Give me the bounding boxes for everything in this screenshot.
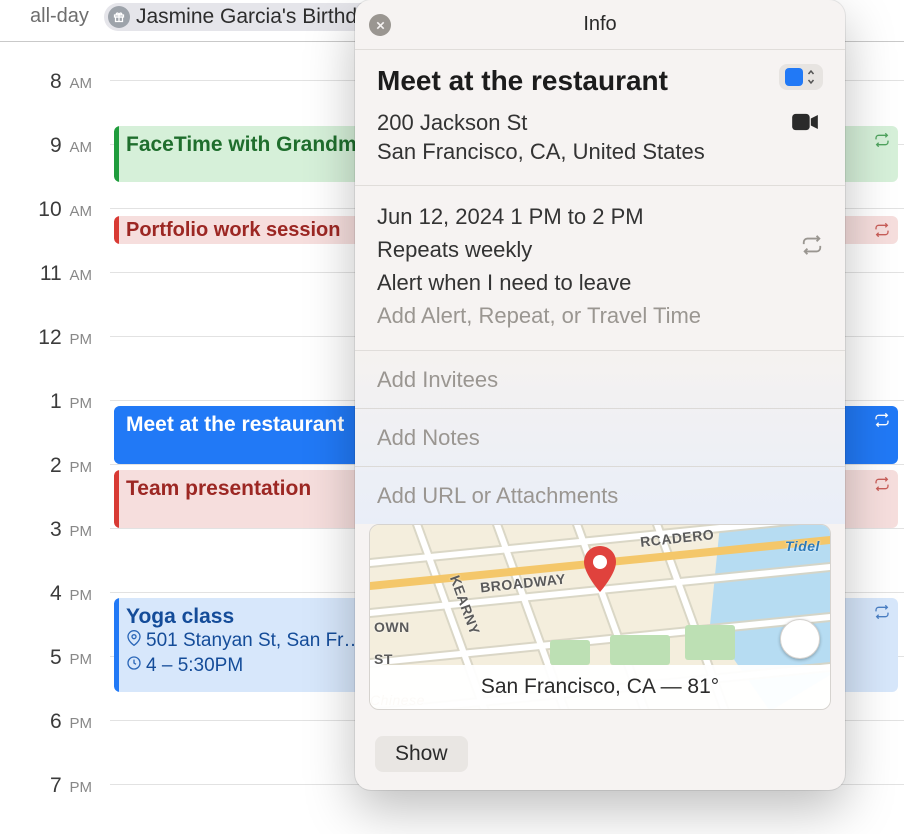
hour-label: 8 AM (10, 70, 92, 94)
clock-icon (126, 654, 142, 679)
popover-footer: Show (355, 726, 845, 790)
map-weather-caption: San Francisco, CA — 81° (370, 665, 830, 709)
hour-label: 12 PM (10, 326, 92, 350)
add-invitees[interactable]: Add Invitees (355, 351, 845, 408)
allday-event-title: Jasmine Garcia's Birthday (136, 5, 379, 29)
map-pin-icon (580, 546, 620, 599)
popover-map-section: BROADWAY KEARNY RCADERO Tidel OWN ST Chi… (355, 524, 845, 726)
add-notes[interactable]: Add Notes (355, 409, 845, 466)
show-button[interactable]: Show (375, 736, 468, 772)
event-repeat-row[interactable]: Repeats weekly (377, 233, 823, 266)
hour-label: 6 PM (10, 710, 92, 734)
repeat-icon (874, 476, 890, 497)
close-icon[interactable] (369, 14, 391, 36)
map-label: OWN (374, 619, 410, 635)
event-time: 4 – 5:30PM (146, 654, 243, 679)
repeat-icon (801, 234, 823, 265)
add-alert-repeat-travel[interactable]: Add Alert, Repeat, or Travel Time (377, 299, 823, 332)
hour-label: 11 AM (10, 262, 92, 286)
calendar-day-view: all-day Jasmine Garcia's Birthday 8 AM 9 … (0, 0, 904, 834)
event-location: 501 Stanyan St, San Fr… (146, 629, 363, 654)
hour-label: 4 PM (10, 582, 92, 606)
event-datetime-row[interactable]: Jun 12, 2024 1 PM to 2 PM (377, 200, 823, 233)
add-video-call-button[interactable] (787, 108, 823, 136)
location-map[interactable]: BROADWAY KEARNY RCADERO Tidel OWN ST Chi… (369, 524, 831, 710)
calendar-picker[interactable] (779, 64, 823, 90)
map-locator-button[interactable] (780, 619, 820, 659)
hour-label: 10 AM (10, 198, 92, 222)
calendar-color-swatch (785, 68, 803, 86)
hour-label: 7 PM (10, 774, 92, 798)
repeat-icon (874, 222, 890, 243)
repeat-icon (874, 412, 890, 433)
event-location-field[interactable]: 200 Jackson St San Francisco, CA, United… (377, 108, 705, 167)
popover-title-label: Info (583, 13, 616, 36)
hour-label: 9 AM (10, 134, 92, 158)
map-water-label: Tidel (785, 538, 820, 554)
event-title-field[interactable]: Meet at the restaurant (377, 64, 668, 98)
allday-event-pill[interactable]: Jasmine Garcia's Birthday (104, 3, 391, 31)
event-info-popover: Info Meet at the restaurant 200 Jackson … (355, 0, 845, 790)
chevron-updown-icon (805, 68, 817, 86)
repeat-icon (874, 132, 890, 153)
add-url-attachments[interactable]: Add URL or Attachments (355, 467, 845, 524)
hour-label: 3 PM (10, 518, 92, 542)
repeat-icon (874, 604, 890, 625)
gift-icon (108, 6, 130, 28)
popover-time-section: Jun 12, 2024 1 PM to 2 PM Repeats weekly… (355, 186, 845, 350)
hour-label: 2 PM (10, 454, 92, 478)
hour-label: 1 PM (10, 390, 92, 414)
hour-label: 5 PM (10, 646, 92, 670)
popover-title-section: Meet at the restaurant 200 Jackson St Sa… (355, 50, 845, 185)
map-pin-icon (126, 629, 142, 654)
allday-label: all-day (30, 5, 94, 28)
event-alert-row[interactable]: Alert when I need to leave (377, 266, 823, 299)
popover-header: Info (355, 0, 845, 50)
popover-extras-section: Add Invitees Add Notes Add URL or Attach… (355, 351, 845, 524)
